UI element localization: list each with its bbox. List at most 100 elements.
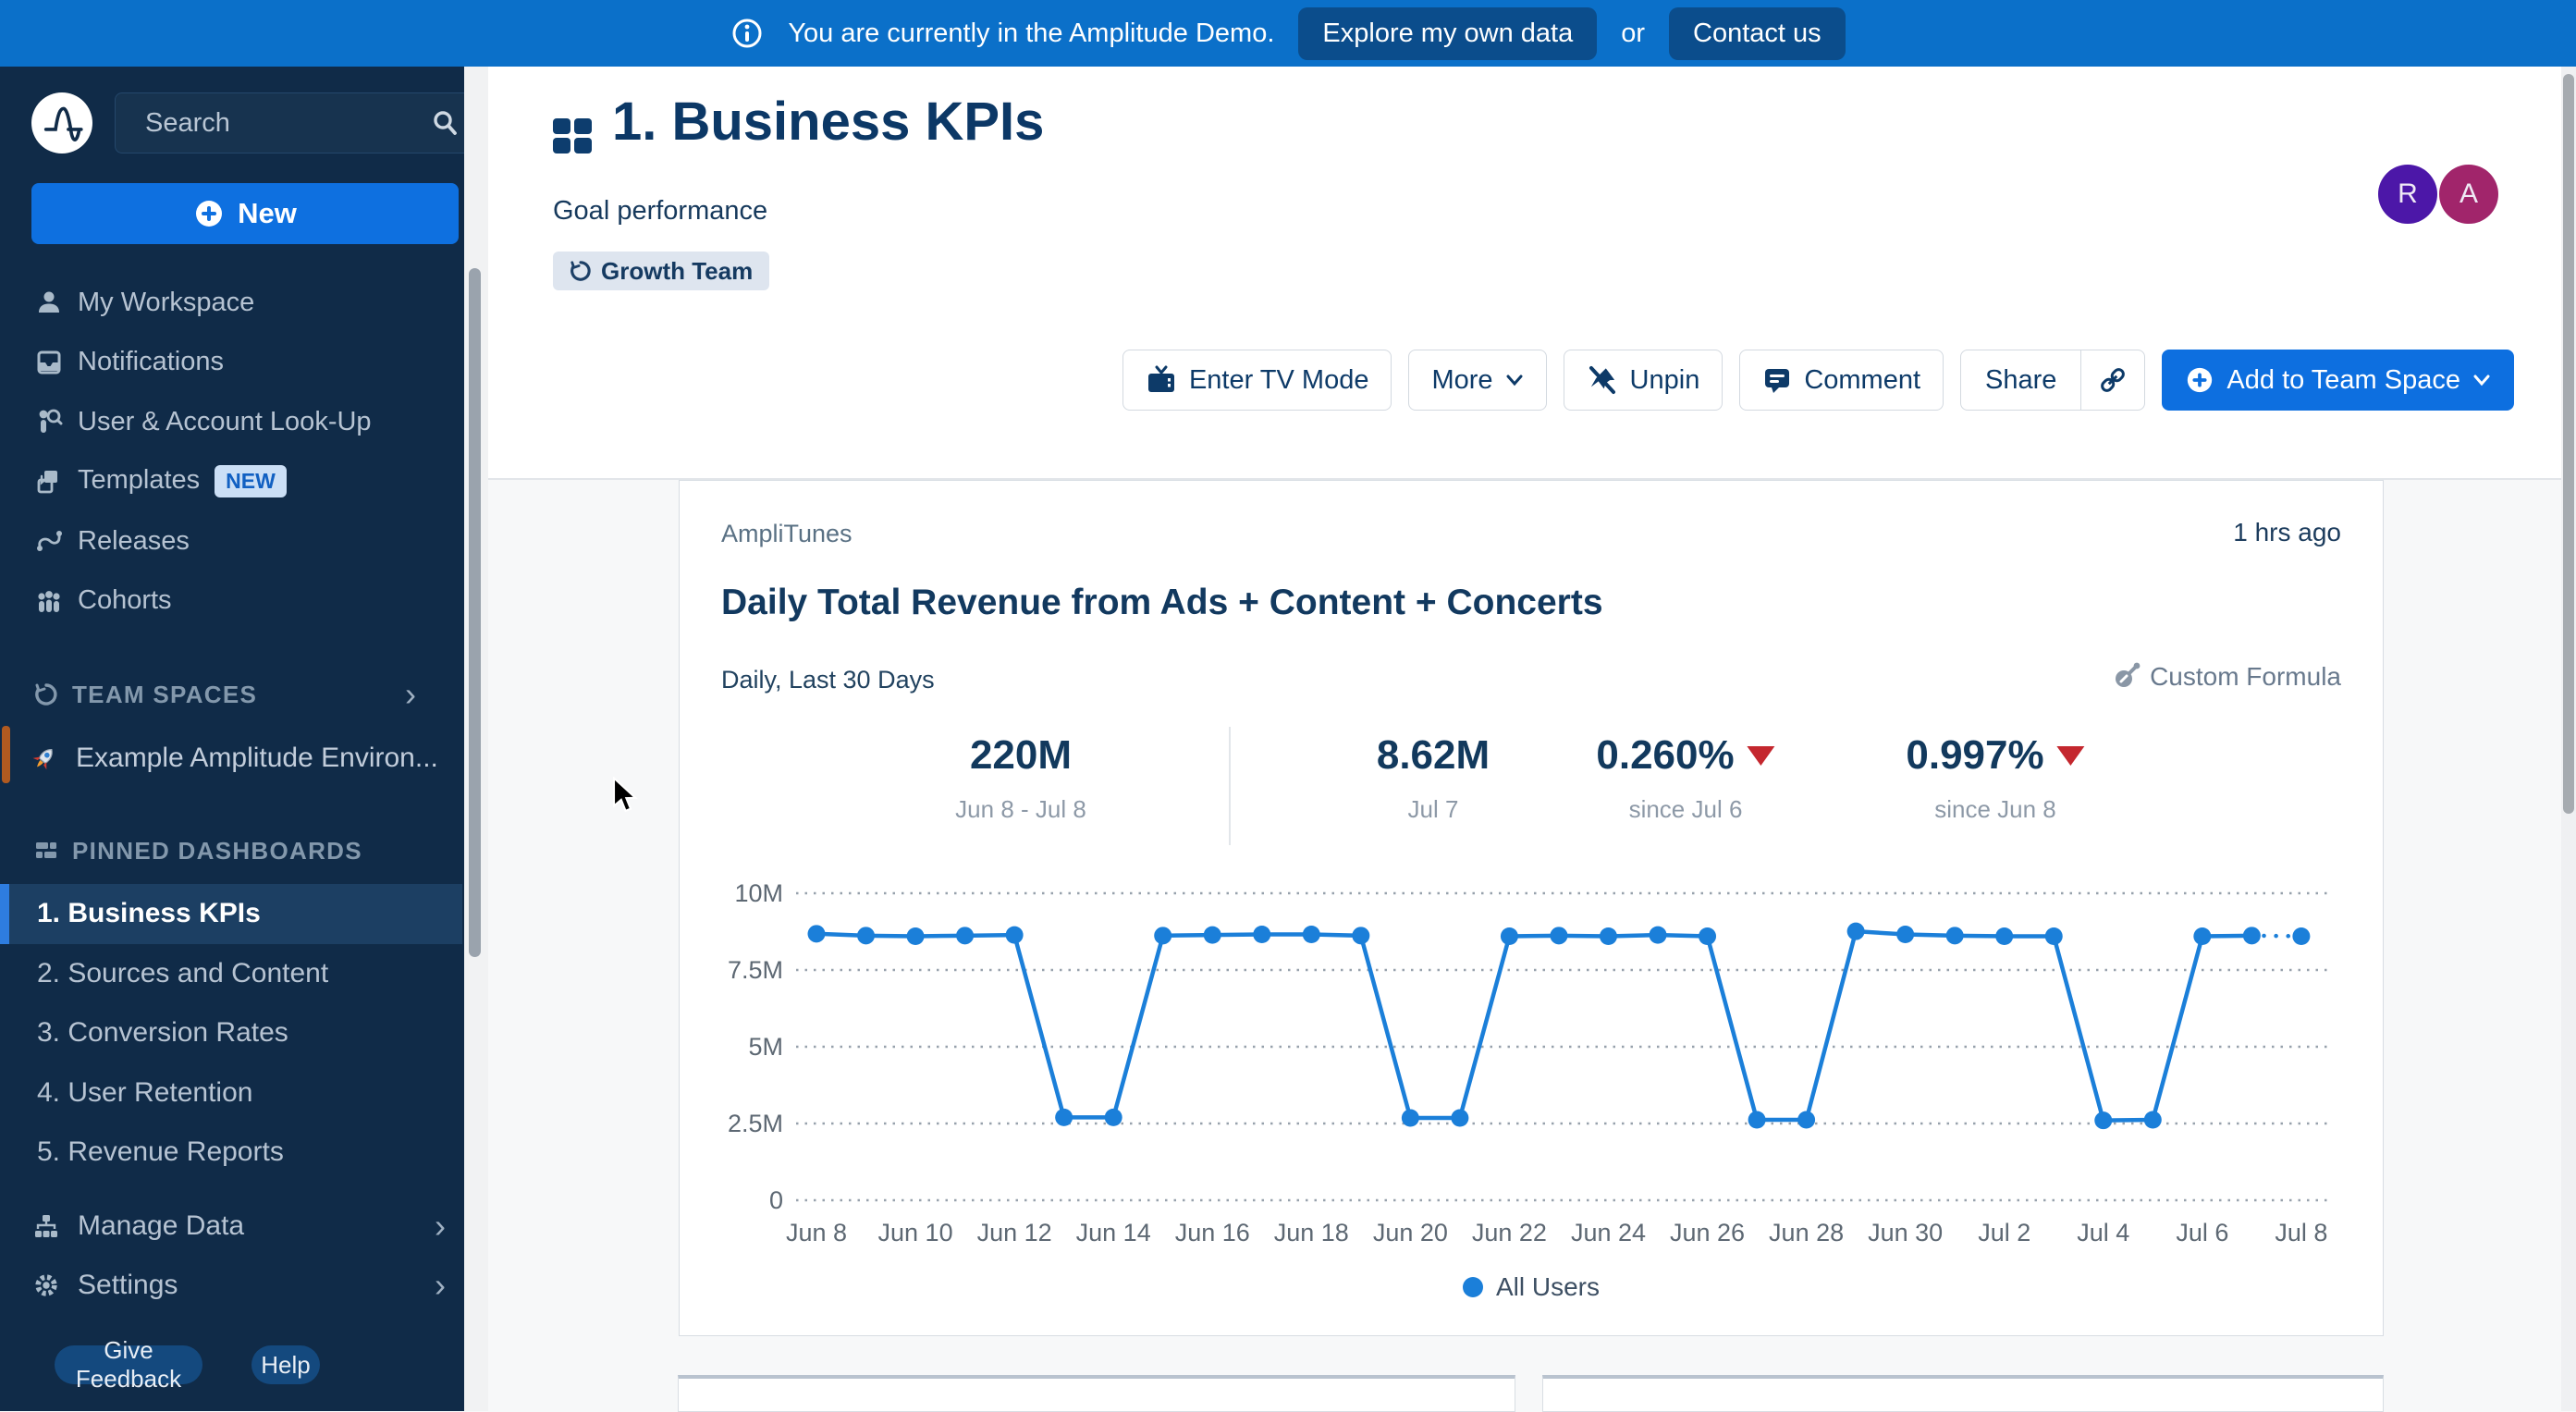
sidebar-item-label: Notifications: [78, 347, 224, 377]
svg-text:Jun 16: Jun 16: [1175, 1219, 1250, 1246]
sidebar-item-notifications[interactable]: Notifications: [0, 333, 462, 393]
revenue-line-chart[interactable]: 0 2.5M 5M 7.5M 10M Jun 8 Jun 10 Jun 12 Jun 14 Jun…: [680, 849, 2385, 1283]
pinned-dashboards-header: PINNED DASHBOARDS: [0, 821, 462, 880]
trend-down-icon: [2056, 745, 2085, 766]
avatar-r[interactable]: R: [2378, 165, 2437, 224]
sidebar-item-sources-and-content[interactable]: 2. Sources and Content: [0, 944, 462, 1004]
comment-button[interactable]: Comment: [1739, 350, 1944, 411]
growth-team-chip[interactable]: Growth Team: [553, 252, 770, 290]
svg-text:Jun 10: Jun 10: [878, 1219, 953, 1246]
info-icon: [730, 17, 764, 50]
sitemap-icon: [33, 1213, 59, 1239]
svg-text:Jun 28: Jun 28: [1769, 1219, 1844, 1246]
sidebar-item-cohorts[interactable]: Cohorts: [0, 571, 462, 632]
sidebar-item-label: Cohorts: [78, 585, 172, 616]
chevron-right-icon[interactable]: ›: [405, 678, 416, 711]
sidebar-item-revenue-reports[interactable]: 5. Revenue Reports: [0, 1123, 462, 1183]
svg-text:Jun 26: Jun 26: [1670, 1219, 1745, 1246]
team-spaces-header[interactable]: TEAM SPACES ›: [0, 665, 462, 724]
new-badge: NEW: [215, 465, 287, 498]
pinned-dashboards-list: 1. Business KPIs 2. Sources and Content …: [0, 884, 462, 1183]
amplitude-logo[interactable]: [31, 92, 92, 153]
sidebar-item-my-workspace[interactable]: My Workspace: [0, 273, 462, 333]
team-space-icon: [570, 260, 592, 282]
give-feedback-button[interactable]: Give Feedback: [55, 1336, 202, 1393]
card-app-label: AmpliTunes: [721, 520, 853, 547]
sidebar-item-label: Templates NEW: [78, 465, 287, 498]
enter-tv-mode-button[interactable]: Enter TV Mode: [1122, 350, 1392, 411]
releases-icon: [33, 527, 65, 555]
sidebar-item-conversion-rates[interactable]: 3. Conversion Rates: [0, 1003, 462, 1063]
formula-compass-icon: [2111, 662, 2141, 692]
sidebar-item-user-account-lookup[interactable]: User & Account Look-Up: [0, 392, 462, 452]
unpin-icon: [1587, 364, 1618, 396]
stat-latest: 8.62M Jul 7: [1376, 732, 1490, 823]
main-scrollbar-thumb[interactable]: [2563, 74, 2574, 814]
sidebar-item-team-space-example[interactable]: Example Amplitude Environ...: [0, 729, 462, 788]
sidebar-item-settings[interactable]: Settings ›: [0, 1256, 462, 1315]
explore-my-own-data-button[interactable]: Explore my own data: [1298, 6, 1598, 60]
search-placeholder: Search: [145, 107, 230, 138]
sidebar-item-label: My Workspace: [78, 287, 255, 317]
next-chart-card-right: [1542, 1375, 2384, 1412]
sidebar: Search New My Workspace Notifications Us…: [0, 67, 488, 1411]
chevron-down-icon: [1506, 374, 1523, 387]
chevron-right-icon: ›: [435, 1266, 446, 1304]
person-search-icon: [33, 408, 65, 436]
contact-us-button[interactable]: Contact us: [1669, 6, 1846, 60]
add-to-team-space-button[interactable]: Add to Team Space: [2162, 350, 2514, 411]
unpin-button[interactable]: Unpin: [1563, 350, 1723, 411]
chart-card-daily-total-revenue: AmpliTunes 1 hrs ago Daily Total Revenue…: [679, 480, 2384, 1336]
people-icon: [33, 587, 65, 615]
svg-text:0: 0: [769, 1186, 783, 1214]
search-input[interactable]: Search: [115, 92, 481, 153]
custom-formula-button[interactable]: Custom Formula: [2111, 662, 2341, 692]
card-updated-timestamp: 1 hrs ago: [2233, 518, 2341, 546]
svg-text:Jul 8: Jul 8: [2275, 1219, 2327, 1246]
sidebar-item-business-kpis[interactable]: 1. Business KPIs: [0, 884, 462, 944]
legend-series-dot: [1462, 1277, 1483, 1297]
share-button[interactable]: Share: [1961, 350, 2080, 410]
chevron-right-icon: ›: [435, 1207, 446, 1245]
manage-data-label: Manage Data: [78, 1210, 245, 1241]
svg-text:Jun 20: Jun 20: [1373, 1219, 1448, 1246]
sidebar-item-templates[interactable]: Templates NEW: [0, 452, 462, 512]
avatar-a[interactable]: A: [2439, 165, 2498, 224]
legend-all-users[interactable]: All Users: [680, 1272, 2383, 1302]
svg-text:Jun 24: Jun 24: [1571, 1219, 1646, 1246]
tv-icon: [1146, 364, 1177, 396]
sidebar-scrollbar-thumb[interactable]: [469, 268, 481, 957]
new-button[interactable]: New: [31, 183, 459, 244]
legend-series-label: All Users: [1495, 1272, 1600, 1301]
growth-team-label: Growth Team: [601, 256, 754, 285]
svg-text:5M: 5M: [748, 1033, 783, 1061]
svg-text:Jun 14: Jun 14: [1076, 1219, 1151, 1246]
card-title[interactable]: Daily Total Revenue from Ads + Content +…: [721, 583, 1603, 623]
share-button-group: Share: [1960, 350, 2146, 411]
dashboard-toolbar: Enter TV Mode More Unpin Comment Share A…: [1122, 350, 2514, 411]
sidebar-item-user-retention[interactable]: 4. User Retention: [0, 1063, 462, 1123]
more-button[interactable]: More: [1408, 350, 1547, 411]
svg-text:Jun 12: Jun 12: [977, 1219, 1052, 1246]
link-icon: [2101, 368, 2126, 392]
selected-indicator: [0, 884, 9, 944]
help-button[interactable]: Help: [251, 1345, 320, 1384]
person-icon: [33, 289, 65, 316]
next-chart-card-left: [678, 1375, 1515, 1412]
banner-message: You are currently in the Amplitude Demo.: [788, 18, 1275, 48]
card-date-range: Daily, Last 30 Days: [721, 666, 935, 694]
plus-circle-icon: [2185, 365, 2214, 395]
sidebar-item-manage-data[interactable]: Manage Data ›: [0, 1197, 462, 1256]
copy-link-button[interactable]: [2080, 350, 2144, 410]
templates-icon: [33, 468, 65, 496]
svg-text:10M: 10M: [734, 879, 783, 907]
gear-icon: [33, 1271, 59, 1299]
sidebar-item-releases[interactable]: Releases: [0, 511, 462, 571]
comment-icon: [1762, 365, 1792, 395]
sidebar-nav: My Workspace Notifications User & Accoun…: [0, 273, 462, 631]
stat-change-daily: 0.260% since Jul 6: [1596, 732, 1775, 824]
svg-text:2.5M: 2.5M: [728, 1110, 783, 1137]
chevron-down-icon: [2473, 374, 2490, 387]
sidebar-item-label: Releases: [78, 525, 190, 556]
banner-or-label: or: [1621, 18, 1646, 48]
